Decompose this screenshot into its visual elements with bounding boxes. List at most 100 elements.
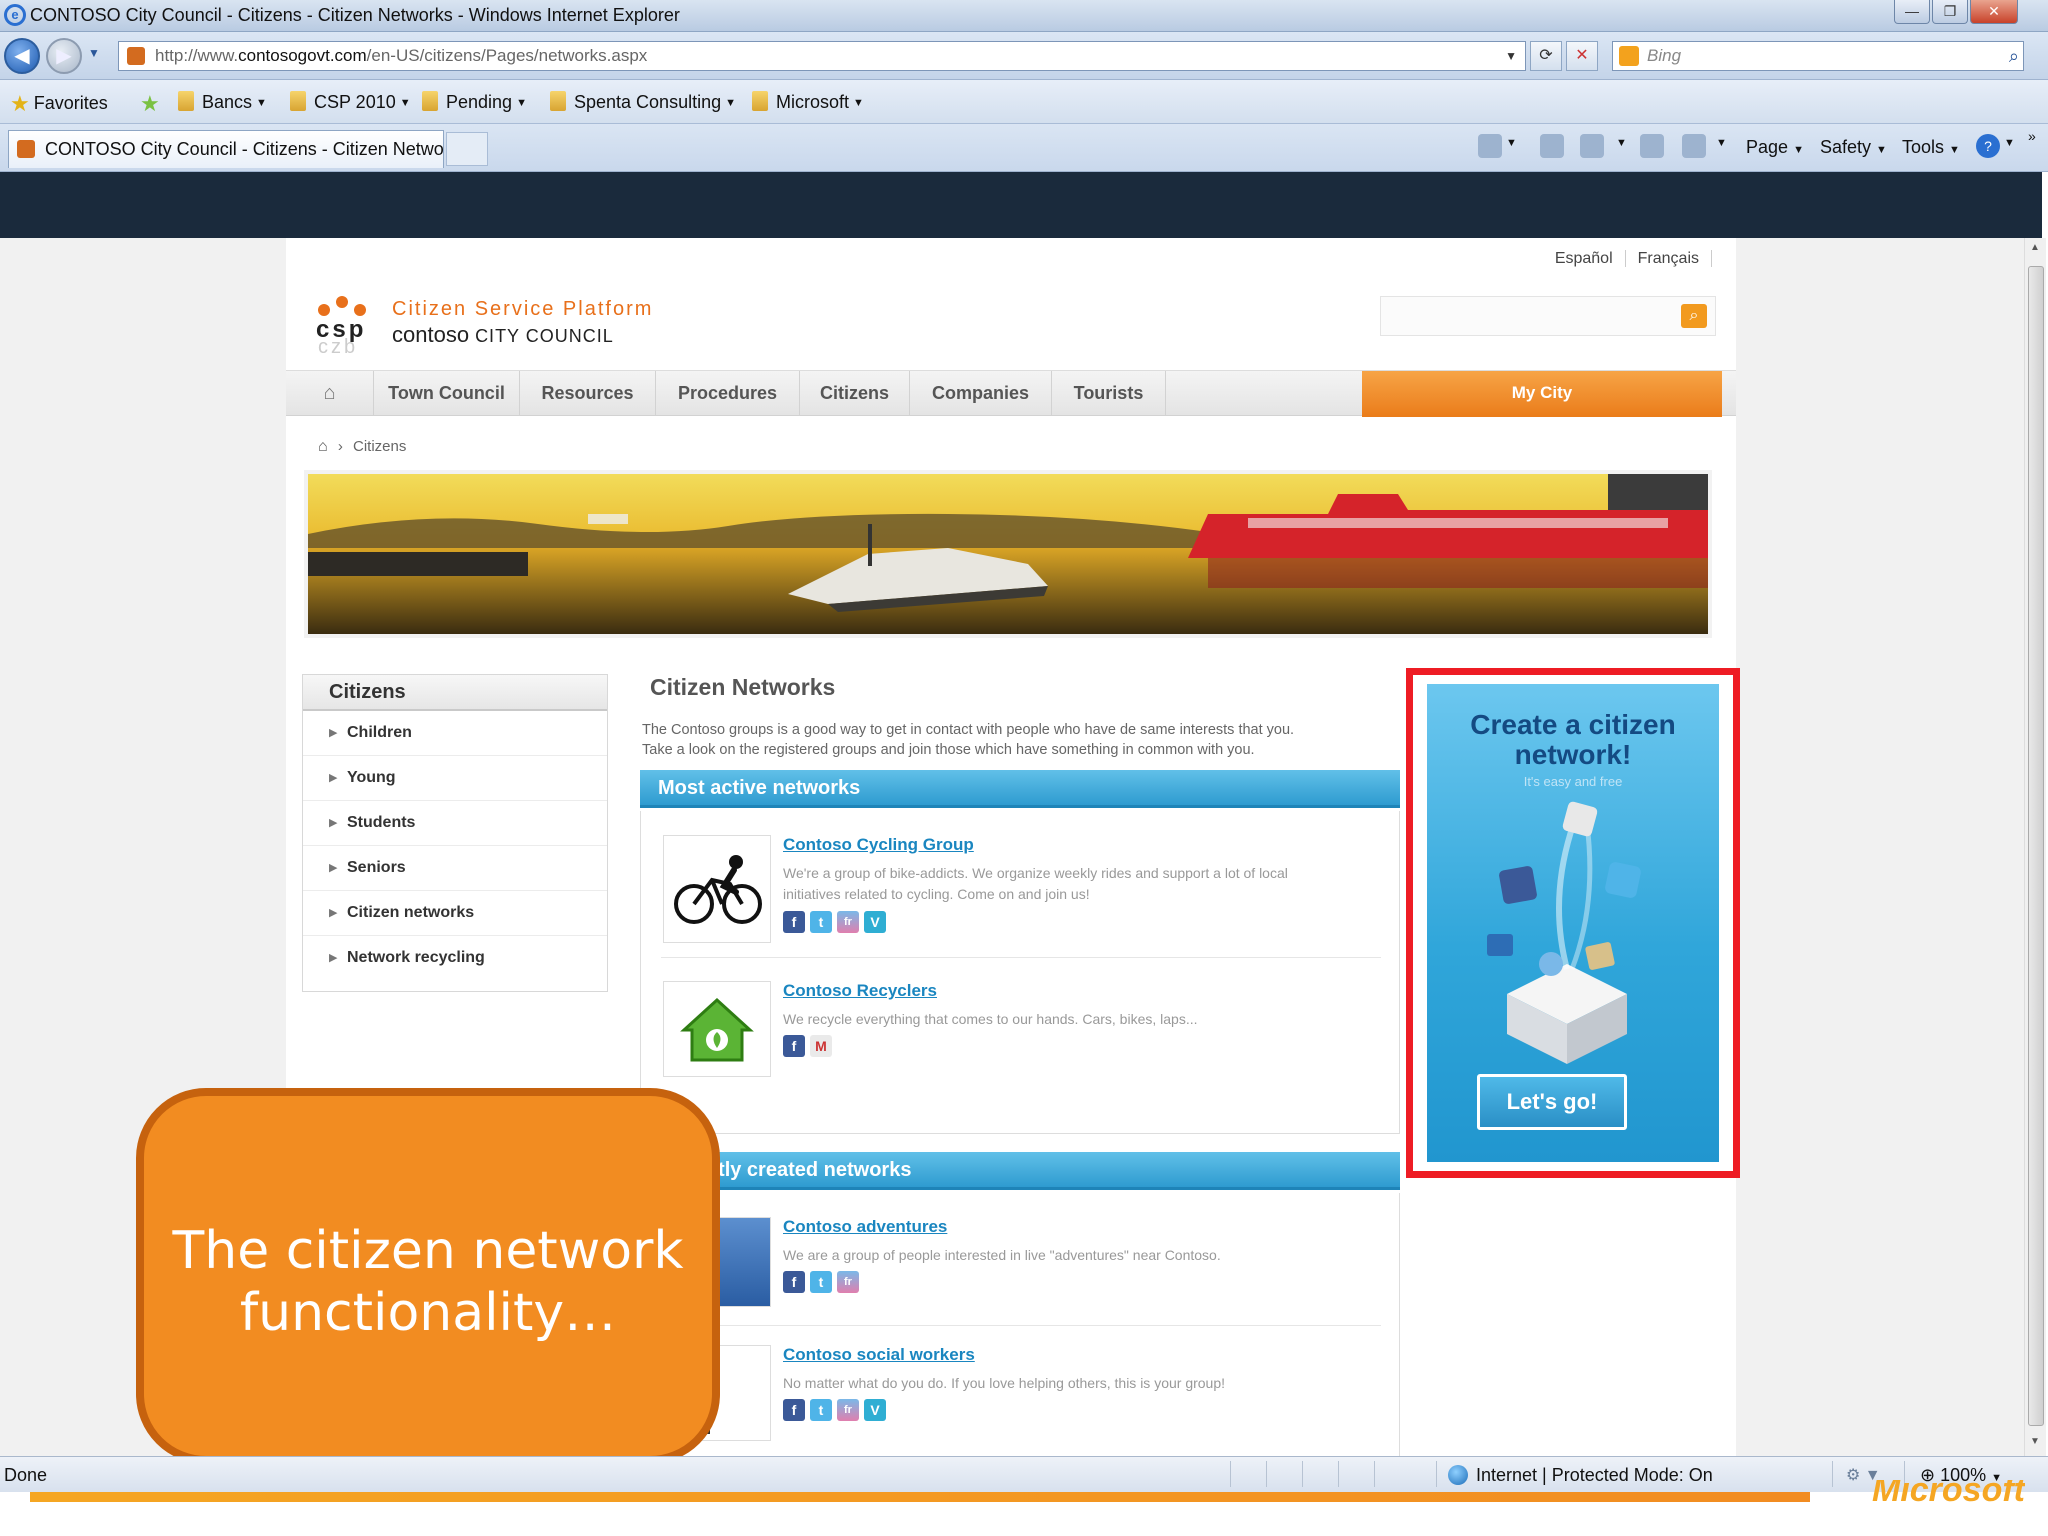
vimeo-icon[interactable]: V [864, 911, 886, 933]
recyclers-link[interactable]: Contoso Recyclers [783, 981, 937, 1001]
recent-pages-dropdown-icon[interactable]: ▼ [88, 46, 100, 60]
fav-folder-spenta-consulting[interactable]: Spenta Consulting ▼ [550, 91, 736, 113]
twitter-icon[interactable]: t [810, 911, 832, 933]
callout-text: The citizen network functionality… [172, 1221, 684, 1343]
close-button[interactable]: ✕ [1970, 0, 2018, 24]
tools-menu[interactable]: Tools ▼ [1902, 137, 1960, 158]
adventures-link[interactable]: Contoso adventures [783, 1217, 947, 1237]
add-favorite-icon[interactable]: ★ [140, 91, 164, 117]
menu-item-network-recycling[interactable]: ▶ Network recycling [303, 936, 607, 981]
mail-icon[interactable] [1640, 134, 1664, 158]
site-search-icon[interactable]: ⌕ [1681, 304, 1707, 328]
social-workers-link[interactable]: Contoso social workers [783, 1345, 975, 1365]
url-prefix: http://www. [155, 46, 239, 65]
print-icon[interactable] [1682, 134, 1706, 158]
scrollbar-thumb[interactable] [2028, 266, 2044, 1426]
friendfeed-icon[interactable]: fr [837, 911, 859, 933]
facebook-icon[interactable]: f [783, 1399, 805, 1421]
safety-menu[interactable]: Safety ▼ [1820, 137, 1887, 158]
refresh-icon[interactable]: ⟳ [1530, 41, 1562, 71]
twitter-icon[interactable]: t [810, 1271, 832, 1293]
url-input[interactable]: http://www.contosogovt.com/en-US/citizen… [118, 41, 1526, 71]
home-icon[interactable] [1478, 134, 1502, 158]
url-dropdown-icon[interactable]: ▼ [1505, 42, 1517, 70]
back-button[interactable]: ◀ [4, 38, 40, 74]
breadcrumb: ⌂ › Citizens [318, 438, 406, 456]
nav-companies[interactable]: Companies [910, 371, 1052, 415]
green-house-icon [680, 997, 754, 1062]
menu-item-seniors[interactable]: ▶ Seniors [303, 846, 607, 891]
arrow-right-icon: ▶ [329, 817, 338, 829]
minimize-button[interactable]: — [1894, 0, 1930, 24]
new-tab-button[interactable] [446, 132, 488, 166]
breadcrumb-home-icon[interactable]: ⌂ [318, 438, 328, 455]
tab-bar: CONTOSO City Council - Citizens - Citize… [0, 124, 2048, 172]
site-search-input[interactable]: ⌕ [1380, 296, 1716, 336]
bing-icon [1619, 46, 1639, 66]
nav-citizens[interactable]: Citizens [800, 371, 910, 415]
friendfeed-icon[interactable]: fr [837, 1271, 859, 1293]
fav-folder-microsoft[interactable]: Microsoft ▼ [752, 91, 864, 113]
lets-go-button[interactable]: Let's go! [1477, 1074, 1627, 1130]
ie-logo-icon: e [4, 4, 26, 26]
help-icon[interactable]: ? [1976, 134, 2000, 158]
nav-town-council[interactable]: Town Council [374, 371, 520, 415]
favorites-button[interactable]: ★ Favorites [10, 91, 108, 117]
tab-active[interactable]: CONTOSO City Council - Citizens - Citize… [8, 130, 444, 168]
microsoft-logo: Microsoft [1872, 1480, 2025, 1502]
recyclers-thumbnail[interactable] [663, 981, 771, 1077]
help-dropdown-icon[interactable]: ▼ [2004, 137, 2015, 149]
facebook-icon[interactable]: f [783, 1035, 805, 1057]
menu-item-students[interactable]: ▶ Students [303, 801, 607, 846]
nav-resources[interactable]: Resources [520, 371, 656, 415]
print-dropdown-icon[interactable]: ▼ [1716, 137, 1727, 149]
nav-my-city[interactable]: My City [1362, 371, 1722, 417]
callout-bubble: The citizen network functionality… [136, 1088, 720, 1464]
search-input[interactable]: Bing ⌕ [1612, 41, 2024, 71]
nav-tourists[interactable]: Tourists [1052, 371, 1166, 415]
fav-folder-pending[interactable]: Pending ▼ [422, 91, 527, 113]
feeds-dropdown-icon[interactable]: ▼ [1616, 137, 1627, 149]
more-chevron-icon[interactable]: » [2028, 128, 2036, 144]
citizens-menu-heading: Citizens [303, 675, 607, 711]
maximize-button[interactable]: ❐ [1932, 0, 1968, 24]
twitter-icon[interactable]: t [810, 1399, 832, 1421]
cycling-group-thumbnail[interactable] [663, 835, 771, 943]
gmail-icon[interactable]: M [810, 1035, 832, 1057]
csp-logo[interactable]: csp czb [316, 296, 376, 360]
page-menu[interactable]: Page ▼ [1746, 137, 1804, 158]
breadcrumb-citizens[interactable]: Citizens [353, 438, 406, 455]
create-network-promo[interactable]: Create a citizen network! It's easy and … [1427, 684, 1719, 1162]
menu-item-citizen-networks[interactable]: ▶ Citizen networks [303, 891, 607, 936]
language-francais-link[interactable]: Français [1625, 250, 1712, 267]
forward-button[interactable]: ▶ [46, 38, 82, 74]
vimeo-icon[interactable]: V [864, 1399, 886, 1421]
slide-footer [0, 1502, 2048, 1536]
home-dropdown-icon[interactable]: ▼ [1506, 137, 1517, 149]
search-icon[interactable]: ⌕ [2009, 42, 2019, 70]
divider [1302, 1461, 1303, 1487]
fav-folder-csp-2010[interactable]: CSP 2010 ▼ [290, 91, 411, 113]
menu-item-children[interactable]: ▶ Children [303, 711, 607, 756]
security-zone[interactable]: Internet | Protected Mode: On [1448, 1465, 1713, 1486]
fav-folder-bancs[interactable]: Bancs ▼ [178, 91, 267, 113]
cycling-group-link[interactable]: Contoso Cycling Group [783, 835, 974, 855]
facebook-icon[interactable]: f [783, 1271, 805, 1293]
stop-icon[interactable]: ✕ [1566, 41, 1598, 71]
nav-procedures[interactable]: Procedures [656, 371, 800, 415]
vertical-scrollbar[interactable]: ▲ ▼ [2024, 238, 2046, 1456]
friendfeed-icon[interactable]: fr [837, 1399, 859, 1421]
scroll-up-icon[interactable]: ▲ [2030, 242, 2040, 253]
arrow-right-icon: ▶ [329, 952, 338, 964]
scroll-down-icon[interactable]: ▼ [2030, 1436, 2040, 1447]
menu-item-young[interactable]: ▶ Young [303, 756, 607, 801]
hand-icon[interactable] [1540, 134, 1564, 158]
language-switcher: Español Français [1542, 250, 1712, 268]
citizens-menu: Citizens ▶ Children ▶ Young ▶ Students ▶ Sen… [302, 674, 608, 992]
nav-home[interactable]: ⌂ [286, 371, 374, 415]
favorites-star-icon: ★ [10, 91, 30, 116]
language-espanol-link[interactable]: Español [1542, 250, 1626, 267]
feeds-icon[interactable] [1580, 134, 1604, 158]
home-icon: ⌂ [323, 382, 336, 404]
facebook-icon[interactable]: f [783, 911, 805, 933]
